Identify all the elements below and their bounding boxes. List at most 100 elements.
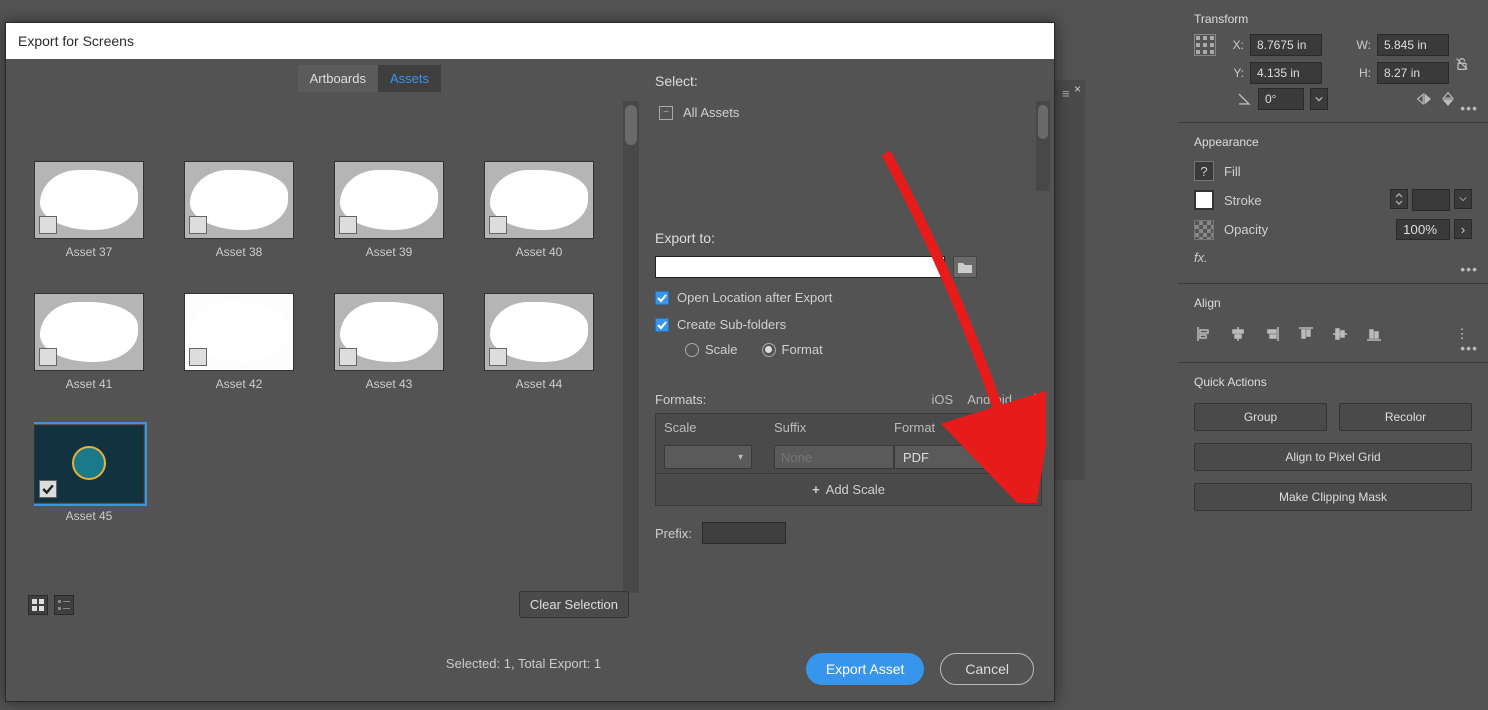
- collapse-icon[interactable]: −: [659, 106, 673, 120]
- clear-selection-button[interactable]: Clear Selection: [519, 591, 629, 618]
- export-asset-button[interactable]: Export Asset: [806, 653, 925, 685]
- grid-view-icon[interactable]: [28, 595, 48, 615]
- right-pane: Select: − All Assets Export to: Open Loc…: [641, 59, 1054, 701]
- thumb-label: Asset 44: [484, 377, 594, 391]
- close-icon[interactable]: ×: [1074, 82, 1081, 96]
- clipping-mask-button[interactable]: Make Clipping Mask: [1194, 483, 1472, 511]
- format-dropdown[interactable]: PDF▾: [894, 445, 990, 469]
- align-top-icon[interactable]: [1296, 324, 1316, 344]
- align-vcenter-icon[interactable]: [1330, 324, 1350, 344]
- prefix-input[interactable]: [702, 522, 786, 544]
- folder-icon[interactable]: [953, 256, 977, 278]
- selection-count-text: Selected: 1, Total Export: 1: [28, 656, 629, 671]
- angle-input[interactable]: [1258, 88, 1304, 110]
- align-hcenter-icon[interactable]: [1228, 324, 1248, 344]
- thumb-checkbox[interactable]: [489, 348, 507, 366]
- scale-radio[interactable]: Scale: [685, 342, 738, 357]
- x-input[interactable]: [1250, 34, 1322, 56]
- asset-thumb[interactable]: Asset 43: [334, 293, 444, 391]
- scrollbar[interactable]: [623, 101, 639, 593]
- thumb-checkbox[interactable]: [189, 348, 207, 366]
- flip-vertical-icon[interactable]: [1440, 91, 1456, 107]
- recolor-button[interactable]: Recolor: [1339, 403, 1472, 431]
- fill-swatch[interactable]: ?: [1194, 161, 1214, 181]
- y-input[interactable]: [1250, 62, 1322, 84]
- align-pixel-grid-button[interactable]: Align to Pixel Grid: [1194, 443, 1472, 471]
- thumb-label: Asset 42: [184, 377, 294, 391]
- open-location-checkbox[interactable]: [655, 291, 669, 305]
- reference-point[interactable]: [1194, 34, 1216, 56]
- flip-horizontal-icon[interactable]: [1416, 91, 1432, 107]
- scale-dropdown[interactable]: ▾: [664, 445, 752, 469]
- align-left-icon[interactable]: [1194, 324, 1214, 344]
- transform-header: Transform: [1178, 8, 1488, 34]
- thumb-checkbox[interactable]: [39, 216, 57, 234]
- stroke-weight-dropdown[interactable]: [1454, 189, 1472, 209]
- align-bottom-icon[interactable]: [1364, 324, 1384, 344]
- formats-label: Formats:: [655, 392, 706, 407]
- tab-assets[interactable]: Assets: [378, 65, 441, 92]
- asset-thumb[interactable]: Asset 44: [484, 293, 594, 391]
- stroke-weight-input[interactable]: [1412, 189, 1450, 211]
- thumb-label: Asset 45: [34, 509, 144, 523]
- prefix-label: Prefix:: [655, 526, 692, 541]
- create-subfolders-label: Create Sub-folders: [677, 317, 786, 332]
- opacity-input[interactable]: [1396, 219, 1450, 240]
- more-options-icon[interactable]: •••: [1460, 100, 1478, 116]
- fill-label: Fill: [1224, 164, 1241, 179]
- thumb-label: Asset 39: [334, 245, 444, 259]
- opacity-dropdown[interactable]: ›: [1454, 219, 1472, 239]
- add-scale-button[interactable]: +Add Scale: [655, 474, 1042, 506]
- thumb-label: Asset 41: [34, 377, 144, 391]
- thumb-checkbox[interactable]: [39, 348, 57, 366]
- tab-artboards[interactable]: Artboards: [298, 65, 378, 92]
- ios-preset-link[interactable]: iOS: [932, 392, 954, 407]
- export-to-label: Export to:: [655, 230, 1042, 246]
- thumb-label: Asset 38: [184, 245, 294, 259]
- x-label: X:: [1228, 38, 1244, 52]
- asset-thumb[interactable]: Asset 41: [34, 293, 144, 391]
- stroke-swatch[interactable]: [1194, 190, 1214, 210]
- android-preset-link[interactable]: Android: [967, 392, 1012, 407]
- thumb-checkbox[interactable]: [39, 480, 57, 498]
- open-location-label: Open Location after Export: [677, 290, 832, 305]
- angle-dropdown[interactable]: [1310, 88, 1328, 110]
- scrollbar[interactable]: [1036, 101, 1050, 191]
- stroke-weight-stepper[interactable]: [1390, 189, 1408, 209]
- thumb-checkbox[interactable]: [339, 216, 357, 234]
- fx-label[interactable]: fx.: [1178, 244, 1488, 271]
- col-scale: Scale: [664, 420, 774, 435]
- w-label: W:: [1355, 38, 1371, 52]
- asset-thumb[interactable]: Asset 38: [184, 161, 294, 259]
- group-button[interactable]: Group: [1194, 403, 1327, 431]
- thumb-checkbox[interactable]: [189, 216, 207, 234]
- h-input[interactable]: [1377, 62, 1449, 84]
- thumb-checkbox[interactable]: [489, 216, 507, 234]
- opacity-swatch[interactable]: [1194, 220, 1214, 240]
- export-path-input[interactable]: [655, 256, 945, 278]
- align-header: Align: [1178, 292, 1488, 318]
- remove-row-icon[interactable]: ×: [1004, 450, 1032, 465]
- more-options-icon[interactable]: •••: [1460, 261, 1478, 277]
- asset-thumb[interactable]: Asset 39: [334, 161, 444, 259]
- dialog-title: Export for Screens: [6, 23, 1054, 59]
- asset-thumb[interactable]: Asset 40: [484, 161, 594, 259]
- align-right-icon[interactable]: [1262, 324, 1282, 344]
- asset-thumb[interactable]: Asset 45: [34, 425, 144, 523]
- format-radio[interactable]: Format: [762, 342, 823, 357]
- more-options-icon[interactable]: •••: [1460, 340, 1478, 356]
- asset-thumb[interactable]: Asset 42: [184, 293, 294, 391]
- lock-icon[interactable]: [1454, 56, 1470, 72]
- list-view-icon[interactable]: [54, 595, 74, 615]
- create-subfolders-checkbox[interactable]: [655, 318, 669, 332]
- thumb-checkbox[interactable]: [339, 348, 357, 366]
- all-assets-label[interactable]: All Assets: [683, 105, 739, 120]
- angle-icon: [1236, 91, 1252, 107]
- cancel-button[interactable]: Cancel: [940, 653, 1034, 685]
- suffix-input[interactable]: [774, 445, 894, 469]
- gear-icon[interactable]: [1026, 391, 1042, 407]
- w-input[interactable]: [1377, 34, 1449, 56]
- quick-actions-header: Quick Actions: [1178, 371, 1488, 397]
- stroke-label: Stroke: [1224, 193, 1262, 208]
- asset-thumb[interactable]: Asset 37: [34, 161, 144, 259]
